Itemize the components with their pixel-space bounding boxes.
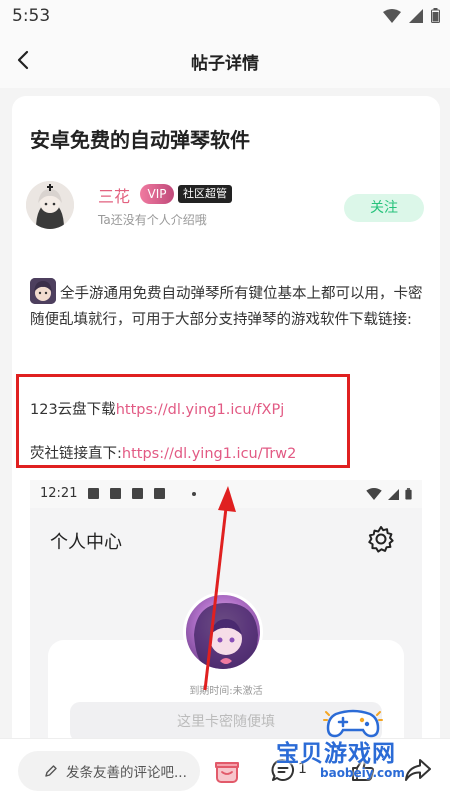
- embedded-screenshot[interactable]: 12:21 个人中心 到期时间:未激活 这里卡密随便填: [30, 480, 422, 756]
- notification-icon: [132, 488, 143, 499]
- battery-icon: [405, 488, 412, 500]
- gear-icon: [368, 526, 394, 553]
- gift-icon[interactable]: [212, 755, 242, 785]
- post-card: 安卓免费的自动弹琴软件 三花 VIP 社区超管 Ta还没有个人介绍哦 关注 全手…: [12, 96, 440, 756]
- signal-icon: [409, 8, 423, 23]
- notification-icon: [110, 488, 121, 499]
- notification-icon: [154, 488, 165, 499]
- embedded-title: 个人中心: [50, 532, 122, 553]
- follow-button[interactable]: 关注: [344, 194, 424, 222]
- link-1-label: 123云盘下载: [30, 402, 116, 418]
- role-badge: 社区超管: [178, 185, 232, 203]
- author-avatar[interactable]: [26, 181, 74, 229]
- bottom-action-bar: 发条友善的评论吧... 1: [0, 738, 450, 800]
- embedded-time: 12:21: [40, 486, 78, 501]
- status-bar: 5:53: [0, 0, 450, 32]
- share-icon[interactable]: [404, 757, 432, 783]
- wifi-icon: [366, 488, 382, 500]
- page-title: 帖子详情: [191, 54, 259, 74]
- author-name[interactable]: 三花: [98, 183, 130, 207]
- like-icon[interactable]: [350, 757, 376, 783]
- nav-bar: 帖子详情: [0, 32, 450, 88]
- download-link-line-2: 荧社链接直下:https://dl.ying1.icu/Trw2: [30, 442, 296, 463]
- vip-badge: VIP: [140, 184, 174, 204]
- status-time: 5:53: [12, 6, 51, 26]
- more-dot-icon: [192, 492, 196, 496]
- avatar-illustration: [26, 181, 74, 229]
- author-bio: Ta还没有个人介绍哦: [98, 213, 207, 227]
- link-1-url[interactable]: https://dl.ying1.icu/fXPj: [116, 402, 285, 418]
- post-body-text: 全手游通用免费自动弹琴所有键位基本上都可以用，卡密随便乱填就行，可用于大部分支持…: [30, 286, 423, 328]
- comment-placeholder: 发条友善的评论吧...: [66, 765, 187, 781]
- pen-icon: [45, 765, 57, 777]
- link-2-url[interactable]: https://dl.ying1.icu/Trw2: [122, 446, 297, 462]
- comment-icon[interactable]: [270, 757, 296, 783]
- emoji-sticker-icon: [30, 278, 56, 304]
- embedded-system-icons: [366, 488, 412, 500]
- comment-count: 1: [298, 761, 307, 777]
- comment-input[interactable]: 发条友善的评论吧...: [18, 751, 200, 791]
- post-body: 全手游通用免费自动弹琴所有键位基本上都可以用，卡密随便乱填就行，可用于大部分支持…: [30, 278, 426, 333]
- link-2-label: 荧社链接直下:: [30, 446, 122, 462]
- battery-icon: [431, 8, 440, 23]
- embedded-expire-text: 到期时间:未激活: [189, 686, 263, 697]
- signal-icon: [388, 488, 399, 500]
- notification-icon: [88, 488, 99, 499]
- embedded-avatar: [183, 592, 263, 672]
- download-link-line-1: 123云盘下载https://dl.ying1.icu/fXPj: [30, 398, 284, 419]
- wifi-icon: [383, 8, 401, 23]
- embedded-status-bar: 12:21: [30, 480, 422, 508]
- system-icons: [383, 8, 440, 23]
- post-title: 安卓免费的自动弹琴软件: [30, 128, 250, 152]
- embedded-key-input: 这里卡密随便填: [70, 702, 382, 742]
